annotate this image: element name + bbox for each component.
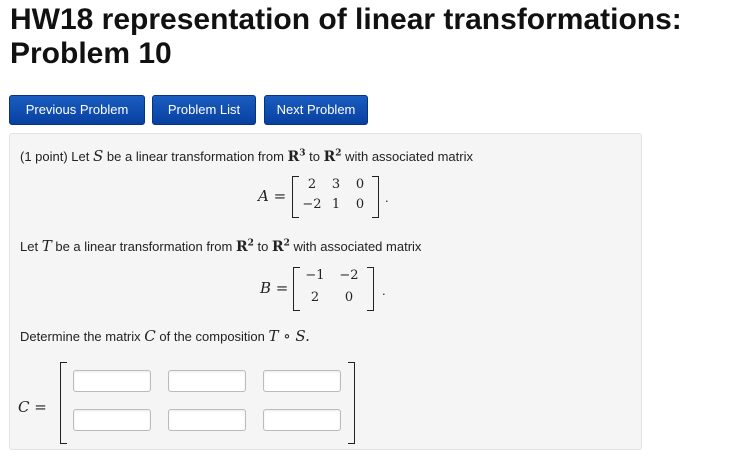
second-mid: be a linear transformation from	[55, 239, 233, 254]
second-suffix: with associated matrix	[293, 239, 422, 254]
answer-input-r1c1[interactable]	[73, 370, 151, 392]
next-problem-button[interactable]: Next Problem	[264, 95, 368, 125]
intro-suffix: with associated matrix	[345, 149, 473, 164]
problem-list-button[interactable]: Problem List	[152, 95, 256, 125]
answer-input-r1c2[interactable]	[168, 370, 246, 392]
space-R3: R3	[287, 148, 306, 165]
matrix-B-cell: 2	[310, 290, 320, 305]
problem-intro: (1 point) Let S be a linear transformati…	[20, 147, 473, 165]
matrix-C-label: C =	[18, 398, 47, 416]
matrix-C-right-bracket	[348, 362, 355, 444]
matrix-A-cell: 1	[331, 197, 341, 212]
space-R2: R2	[323, 148, 342, 165]
matrix-C-left-bracket	[60, 362, 67, 444]
matrix-B-label: B =	[260, 279, 289, 297]
previous-problem-button[interactable]: Previous Problem	[9, 95, 145, 125]
determine-mid: of the composition	[159, 329, 265, 344]
matrix-A-cell: −2	[302, 197, 322, 212]
intro-prefix: (1 point) Let	[20, 149, 90, 164]
matrix-A-left-bracket	[292, 176, 299, 218]
answer-input-r2c1[interactable]	[73, 409, 151, 431]
problem-question: Determine the matrix C of the compositio…	[20, 327, 310, 345]
var-T: T	[41, 237, 52, 255]
matrix-A-cell: 3	[331, 177, 341, 192]
matrix-A-right-bracket	[372, 176, 379, 218]
intro-mid: be a linear transformation from	[106, 149, 284, 164]
answer-input-r2c3[interactable]	[263, 409, 341, 431]
matrix-B-cell: 0	[344, 290, 354, 305]
page-title-line-1: HW18 representation of linear transforma…	[10, 3, 682, 36]
space-R2: R2	[272, 238, 290, 255]
intro-to: to	[309, 149, 320, 164]
determine-prefix: Determine the matrix	[20, 329, 141, 344]
page-title: HW18 representation of linear transforma…	[10, 3, 750, 71]
page-title-line-2: Problem 10	[10, 37, 172, 70]
answer-input-r1c3[interactable]	[263, 370, 341, 392]
space-R2: R2	[236, 238, 254, 255]
var-S: S	[93, 147, 104, 165]
matrix-A-cell: 0	[355, 197, 365, 212]
matrix-B-cell: −1	[305, 268, 325, 283]
var-C: C	[144, 327, 156, 345]
matrix-A-label: A =	[258, 187, 287, 205]
matrix-B-right-bracket	[367, 267, 374, 311]
problem-second-sentence: Let T be a linear transformation from R2…	[20, 237, 421, 255]
matrix-B-left-bracket	[293, 267, 300, 311]
period: .	[382, 283, 386, 298]
problem-panel: (1 point) Let S be a linear transformati…	[9, 133, 642, 450]
composition-T-S: T ∘ S.	[268, 327, 310, 345]
second-to: to	[257, 239, 269, 254]
answer-input-r2c2[interactable]	[168, 409, 246, 431]
matrix-A-cell: 2	[307, 177, 317, 192]
matrix-A-cell: 0	[355, 177, 365, 192]
period: .	[385, 190, 389, 205]
second-prefix: Let	[20, 239, 39, 254]
matrix-B-cell: −2	[339, 268, 359, 283]
